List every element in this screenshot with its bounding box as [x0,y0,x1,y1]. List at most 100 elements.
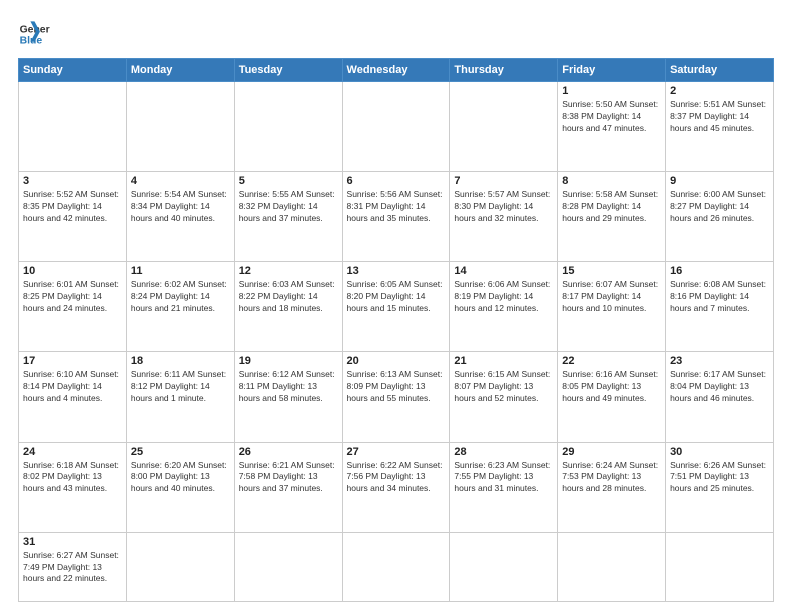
day-info: Sunrise: 6:17 AM Sunset: 8:04 PM Dayligh… [670,369,769,405]
calendar-week-row: 24 Sunrise: 6:18 AM Sunset: 8:02 PM Dayli… [19,442,774,532]
day-info: Sunrise: 5:54 AM Sunset: 8:34 PM Dayligh… [131,189,230,225]
header: General Blue [18,18,774,50]
day-number: 30 [670,446,769,458]
calendar-cell: 4Sunrise: 5:54 AM Sunset: 8:34 PM Daylig… [126,172,234,262]
day-info: Sunrise: 5:50 AM Sunset: 8:38 PM Dayligh… [562,99,661,135]
day-info: Sunrise: 5:52 AM Sunset: 8:35 PM Dayligh… [23,189,122,225]
calendar-cell: 10Sunrise: 6:01 AM Sunset: 8:25 PM Dayli… [19,262,127,352]
calendar-cell: 15 Sunrise: 6:07 AM Sunset: 8:17 PM Dayli… [558,262,666,352]
calendar-cell: 13 Sunrise: 6:05 AM Sunset: 8:20 PM Dayli… [342,262,450,352]
day-number: 13 [347,265,446,277]
day-number: 12 [239,265,338,277]
day-number: 6 [347,175,446,187]
day-info: Sunrise: 5:51 AM Sunset: 8:37 PM Dayligh… [670,99,769,135]
calendar-cell [234,532,342,601]
calendar-cell: 16 Sunrise: 6:08 AM Sunset: 8:16 PM Dayli… [666,262,774,352]
day-info: Sunrise: 6:18 AM Sunset: 8:02 PM Dayligh… [23,460,122,496]
calendar-cell: 5Sunrise: 5:55 AM Sunset: 8:32 PM Daylig… [234,172,342,262]
day-number: 21 [454,355,553,367]
calendar-cell: 26 Sunrise: 6:21 AM Sunset: 7:58 PM Dayli… [234,442,342,532]
calendar-cell [126,532,234,601]
day-number: 5 [239,175,338,187]
calendar-cell: 29 Sunrise: 6:24 AM Sunset: 7:53 PM Dayli… [558,442,666,532]
day-number: 2 [670,85,769,97]
day-number: 9 [670,175,769,187]
calendar-week-row: 10Sunrise: 6:01 AM Sunset: 8:25 PM Dayli… [19,262,774,352]
day-info: Sunrise: 5:56 AM Sunset: 8:31 PM Dayligh… [347,189,446,225]
day-info: Sunrise: 6:11 AM Sunset: 8:12 PM Dayligh… [131,369,230,405]
logo: General Blue [18,18,50,50]
day-number: 14 [454,265,553,277]
day-info: Sunrise: 6:26 AM Sunset: 7:51 PM Dayligh… [670,460,769,496]
calendar-cell: 20Sunrise: 6:13 AM Sunset: 8:09 PM Dayli… [342,352,450,442]
day-info: Sunrise: 6:15 AM Sunset: 8:07 PM Dayligh… [454,369,553,405]
day-info: Sunrise: 6:08 AM Sunset: 8:16 PM Dayligh… [670,279,769,315]
calendar-cell: 27 Sunrise: 6:22 AM Sunset: 7:56 PM Dayli… [342,442,450,532]
day-info: Sunrise: 6:16 AM Sunset: 8:05 PM Dayligh… [562,369,661,405]
calendar-cell: 18 Sunrise: 6:11 AM Sunset: 8:12 PM Dayli… [126,352,234,442]
weekday-header-thursday: Thursday [450,59,558,82]
day-number: 16 [670,265,769,277]
calendar-cell [342,532,450,601]
calendar-week-row: 1 Sunrise: 5:50 AM Sunset: 8:38 PM Daylig… [19,82,774,172]
calendar-cell: 19 Sunrise: 6:12 AM Sunset: 8:11 PM Dayli… [234,352,342,442]
day-info: Sunrise: 6:12 AM Sunset: 8:11 PM Dayligh… [239,369,338,405]
calendar-cell [19,82,127,172]
calendar-cell [342,82,450,172]
day-number: 1 [562,85,661,97]
day-info: Sunrise: 5:57 AM Sunset: 8:30 PM Dayligh… [454,189,553,225]
day-number: 18 [131,355,230,367]
day-number: 23 [670,355,769,367]
calendar-table: SundayMondayTuesdayWednesdayThursdayFrid… [18,58,774,602]
calendar-cell: 24 Sunrise: 6:18 AM Sunset: 8:02 PM Dayli… [19,442,127,532]
calendar-cell [450,82,558,172]
calendar-cell: 12 Sunrise: 6:03 AM Sunset: 8:22 PM Dayli… [234,262,342,352]
day-number: 27 [347,446,446,458]
day-number: 24 [23,446,122,458]
day-info: Sunrise: 6:22 AM Sunset: 7:56 PM Dayligh… [347,460,446,496]
calendar-cell [450,532,558,601]
page: General Blue SundayMondayTuesdayWednesda… [0,0,792,612]
calendar-cell [126,82,234,172]
day-info: Sunrise: 6:02 AM Sunset: 8:24 PM Dayligh… [131,279,230,315]
day-number: 15 [562,265,661,277]
calendar-cell: 2 Sunrise: 5:51 AM Sunset: 8:37 PM Daylig… [666,82,774,172]
day-number: 25 [131,446,230,458]
calendar-cell: 14Sunrise: 6:06 AM Sunset: 8:19 PM Dayli… [450,262,558,352]
day-info: Sunrise: 6:24 AM Sunset: 7:53 PM Dayligh… [562,460,661,496]
generalblue-logo-icon: General Blue [18,18,50,50]
calendar-cell: 17Sunrise: 6:10 AM Sunset: 8:14 PM Dayli… [19,352,127,442]
day-number: 11 [131,265,230,277]
day-info: Sunrise: 6:23 AM Sunset: 7:55 PM Dayligh… [454,460,553,496]
day-info: Sunrise: 6:03 AM Sunset: 8:22 PM Dayligh… [239,279,338,315]
weekday-header-tuesday: Tuesday [234,59,342,82]
day-number: 20 [347,355,446,367]
calendar-cell [234,82,342,172]
calendar-cell: 11 Sunrise: 6:02 AM Sunset: 8:24 PM Dayli… [126,262,234,352]
calendar-cell: 30 Sunrise: 6:26 AM Sunset: 7:51 PM Dayli… [666,442,774,532]
calendar-cell: 1 Sunrise: 5:50 AM Sunset: 8:38 PM Daylig… [558,82,666,172]
day-number: 8 [562,175,661,187]
day-info: Sunrise: 5:58 AM Sunset: 8:28 PM Dayligh… [562,189,661,225]
calendar-cell: 21 Sunrise: 6:15 AM Sunset: 8:07 PM Dayli… [450,352,558,442]
calendar-cell: 23 Sunrise: 6:17 AM Sunset: 8:04 PM Dayli… [666,352,774,442]
calendar-cell: 6 Sunrise: 5:56 AM Sunset: 8:31 PM Daylig… [342,172,450,262]
calendar-week-row: 17Sunrise: 6:10 AM Sunset: 8:14 PM Dayli… [19,352,774,442]
day-number: 31 [23,536,122,548]
weekday-header-row: SundayMondayTuesdayWednesdayThursdayFrid… [19,59,774,82]
day-info: Sunrise: 6:00 AM Sunset: 8:27 PM Dayligh… [670,189,769,225]
day-number: 29 [562,446,661,458]
day-number: 26 [239,446,338,458]
day-number: 17 [23,355,122,367]
weekday-header-monday: Monday [126,59,234,82]
weekday-header-wednesday: Wednesday [342,59,450,82]
weekday-header-sunday: Sunday [19,59,127,82]
day-info: Sunrise: 6:05 AM Sunset: 8:20 PM Dayligh… [347,279,446,315]
day-number: 19 [239,355,338,367]
day-info: Sunrise: 6:07 AM Sunset: 8:17 PM Dayligh… [562,279,661,315]
weekday-header-saturday: Saturday [666,59,774,82]
calendar-cell: 3Sunrise: 5:52 AM Sunset: 8:35 PM Daylig… [19,172,127,262]
day-info: Sunrise: 6:21 AM Sunset: 7:58 PM Dayligh… [239,460,338,496]
day-number: 7 [454,175,553,187]
calendar-week-row: 31Sunrise: 6:27 AM Sunset: 7:49 PM Dayli… [19,532,774,601]
